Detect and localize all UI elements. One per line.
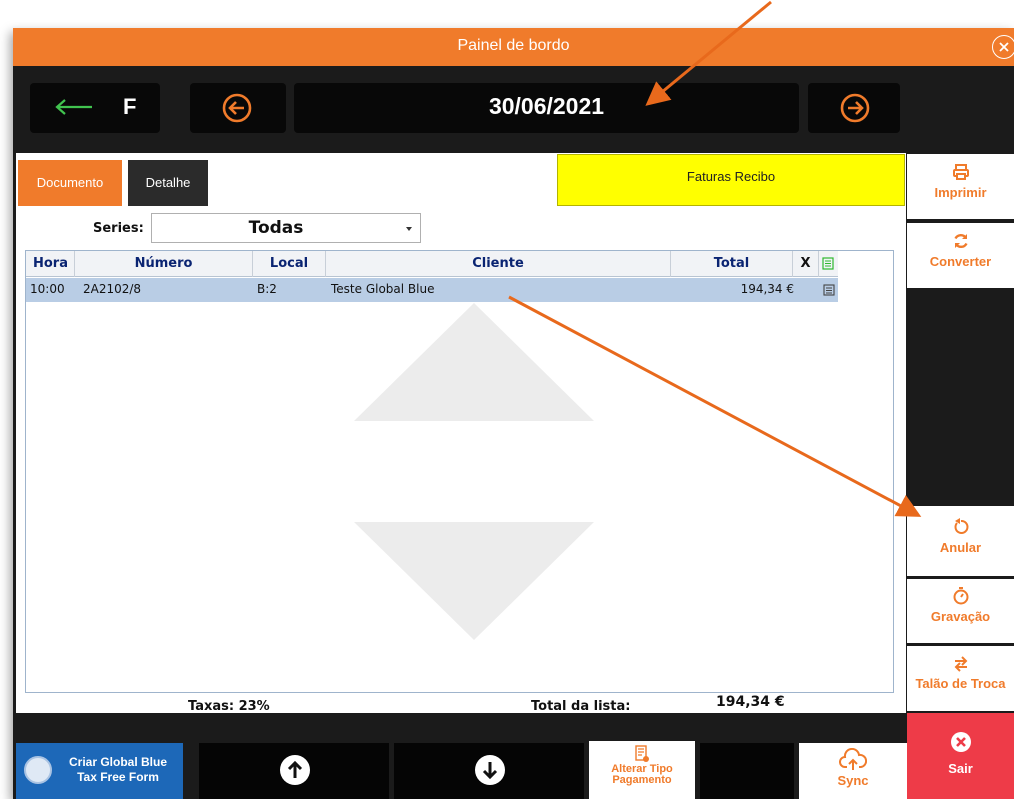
alterar-label-2: Pagamento bbox=[612, 774, 672, 786]
series-value: Todas bbox=[248, 218, 304, 238]
col-x[interactable]: X bbox=[793, 251, 819, 277]
main-panel: Documento Detalhe Faturas Recibo Series:… bbox=[16, 153, 906, 714]
arrow-down-circle-icon bbox=[475, 755, 505, 785]
sair-label: Sair bbox=[948, 761, 973, 776]
mode-letter: F bbox=[123, 94, 137, 119]
series-label: Series: bbox=[93, 221, 144, 236]
col-hora[interactable]: Hora bbox=[26, 251, 75, 277]
arrow-right-circle-icon bbox=[840, 93, 870, 123]
undo-icon bbox=[954, 518, 968, 534]
back-button[interactable]: F bbox=[30, 83, 160, 133]
anular-label: Anular bbox=[939, 540, 982, 555]
tab-detalhe[interactable]: Detalhe bbox=[128, 160, 208, 206]
tab-documento[interactable]: Documento bbox=[18, 160, 122, 206]
col-local[interactable]: Local bbox=[253, 251, 326, 277]
back-arrow-icon bbox=[55, 99, 92, 115]
printer-icon bbox=[952, 164, 969, 180]
global-blue-label-2: Tax Free Form bbox=[77, 770, 159, 784]
bottom-toolbar: Criar Global Blue Tax Free Form Alterar … bbox=[13, 713, 907, 799]
date-display[interactable]: 30/06/2021 bbox=[294, 83, 799, 133]
sair-button[interactable]: Sair bbox=[907, 713, 1014, 799]
close-icon bbox=[999, 42, 1009, 52]
dashboard-window: Painel de bordo F 30/06/2021 Documento D… bbox=[13, 28, 1014, 799]
list-total-value: 194,34 € bbox=[716, 694, 785, 710]
talao-troca-label: Talão de Troca bbox=[915, 676, 1006, 691]
tax-label: Taxas: 23% bbox=[188, 699, 270, 714]
window-title: Painel de bordo bbox=[457, 37, 570, 54]
cell-local: B:2 bbox=[257, 282, 277, 296]
close-button[interactable] bbox=[992, 35, 1014, 59]
imprimir-label: Imprimir bbox=[934, 185, 987, 200]
previous-date-button[interactable] bbox=[190, 83, 286, 133]
gravacao-label: Gravação bbox=[930, 609, 991, 624]
sync-label: Sync bbox=[837, 773, 869, 788]
current-date: 30/06/2021 bbox=[488, 93, 605, 119]
global-blue-label-1: Criar Global Blue bbox=[68, 755, 168, 769]
documents-table[interactable]: Hora Número Local Cliente Total X 10:00 bbox=[25, 250, 894, 693]
converter-button[interactable]: Converter bbox=[907, 223, 1014, 288]
col-cliente[interactable]: Cliente bbox=[326, 251, 671, 277]
cloud-upload-icon bbox=[839, 748, 867, 770]
printed-icon bbox=[823, 284, 835, 296]
refresh-icon bbox=[953, 233, 968, 249]
global-blue-button[interactable]: Criar Global Blue Tax Free Form bbox=[16, 743, 183, 799]
cell-cliente: Teste Global Blue bbox=[331, 282, 435, 296]
anular-button[interactable]: Anular bbox=[907, 506, 1014, 576]
series-select[interactable]: Todas bbox=[151, 213, 421, 243]
arrow-left-circle-icon bbox=[222, 93, 252, 123]
top-toolbar: F 30/06/2021 bbox=[13, 66, 1014, 152]
exchange-icon bbox=[954, 656, 967, 672]
table-row[interactable]: 10:00 2A2102/8 B:2 Teste Global Blue 194… bbox=[26, 278, 838, 302]
scroll-down-button[interactable] bbox=[394, 743, 584, 799]
col-print[interactable] bbox=[819, 251, 838, 277]
talao-troca-button[interactable]: Talão de Troca bbox=[907, 646, 1014, 711]
arrow-up-circle-icon bbox=[280, 755, 310, 785]
chevron-down-icon bbox=[406, 227, 412, 231]
next-date-button[interactable] bbox=[808, 83, 900, 133]
converter-label: Converter bbox=[929, 254, 992, 269]
title-bar: Painel de bordo bbox=[13, 28, 1014, 66]
table-header: Hora Número Local Cliente Total X bbox=[26, 251, 838, 277]
document-type-banner[interactable]: Faturas Recibo bbox=[557, 154, 905, 206]
cell-total: 194,34 € bbox=[740, 282, 794, 296]
receipt-edit-icon bbox=[635, 745, 649, 762]
alterar-pagamento-button[interactable]: Alterar Tipo Pagamento bbox=[589, 741, 695, 799]
stopwatch-icon bbox=[953, 587, 968, 605]
scroll-down-watermark bbox=[354, 522, 594, 640]
cell-numero: 2A2102/8 bbox=[83, 282, 142, 296]
scroll-up-watermark bbox=[354, 303, 594, 421]
col-numero[interactable]: Número bbox=[75, 251, 253, 277]
sync-button[interactable]: Sync bbox=[799, 743, 907, 799]
list-total-label: Total da lista: bbox=[531, 699, 631, 714]
scroll-up-button[interactable] bbox=[199, 743, 389, 799]
globe-icon bbox=[24, 756, 52, 784]
imprimir-button[interactable]: Imprimir bbox=[907, 154, 1014, 219]
empty-toolbar-slot bbox=[700, 743, 794, 799]
close-circle-icon bbox=[950, 732, 971, 752]
cell-hora: 10:00 bbox=[30, 282, 65, 296]
col-total[interactable]: Total bbox=[671, 251, 793, 277]
gravacao-button[interactable]: Gravação bbox=[907, 579, 1014, 643]
print-status-icon bbox=[822, 257, 834, 270]
